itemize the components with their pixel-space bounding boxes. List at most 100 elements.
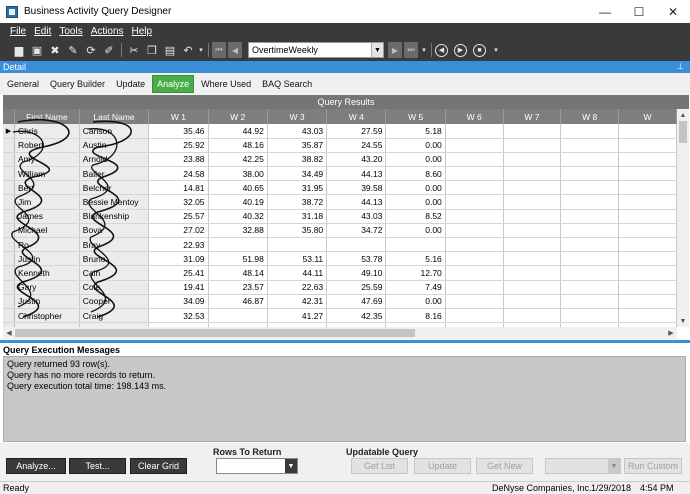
cell-week-value[interactable]: 42.35 <box>326 308 387 324</box>
cell-week-value[interactable]: 38.82 <box>267 152 328 168</box>
table-row[interactable]: Justin Bruno 31.09 51.98 53.11 53.78 5.16 <box>3 251 677 267</box>
cell-week-value[interactable] <box>445 223 504 239</box>
scroll-thumb[interactable] <box>15 329 415 337</box>
custom-action-combo[interactable]: ▼ <box>545 458 621 474</box>
table-row[interactable]: Michael Bova 27.02 32.88 35.80 34.72 0.00 <box>3 223 677 239</box>
copy-icon[interactable]: ❐ <box>143 41 161 59</box>
row-selector[interactable] <box>3 152 15 168</box>
cut-icon[interactable]: ✂ <box>125 41 143 59</box>
cell-week-value[interactable] <box>503 209 562 224</box>
cell-last-name[interactable]: Blankenship <box>79 209 150 224</box>
forward-icon[interactable]: ▶ <box>454 43 467 57</box>
cell-week-value[interactable] <box>503 124 562 139</box>
cell-week-value[interactable]: 40.19 <box>208 194 268 210</box>
delete-icon[interactable]: ✖ <box>46 41 64 59</box>
get-new-button[interactable]: Get New <box>476 458 533 474</box>
cell-week-value[interactable] <box>618 280 677 295</box>
cell-last-name[interactable]: Belcher <box>79 180 150 196</box>
cell-week-value[interactable]: 47.69 <box>326 294 387 309</box>
cell-week-value[interactable] <box>445 194 504 210</box>
table-row[interactable]: Bert Belcher 14.81 40.65 31.95 39.58 0.00 <box>3 180 677 196</box>
cell-week-value[interactable]: 39.58 <box>326 180 387 196</box>
cell-week-value[interactable] <box>445 124 504 139</box>
row-selector[interactable] <box>3 180 15 196</box>
cell-week-value[interactable]: 38.72 <box>267 194 328 210</box>
cell-week-value[interactable]: 42.31 <box>267 294 328 309</box>
cell-week-value[interactable] <box>503 280 562 295</box>
cell-first-name[interactable]: William <box>14 166 80 182</box>
clear-icon[interactable]: ✐ <box>100 41 118 59</box>
cell-first-name[interactable]: Christopher <box>14 308 80 324</box>
cell-week-value[interactable]: 0.00 <box>385 152 446 168</box>
results-grid[interactable]: First Name Last Name W 1 W 2 W 3 W 4 W 5… <box>3 109 677 327</box>
cell-week-value[interactable]: 31.18 <box>267 209 328 224</box>
tab-query-builder[interactable]: Query Builder <box>46 76 109 92</box>
cell-week-value[interactable]: 22.63 <box>267 280 328 295</box>
cell-first-name[interactable]: Chris <box>14 124 80 139</box>
dropdown-chevron-icon[interactable]: ▾ <box>420 41 428 59</box>
cell-week-value[interactable] <box>208 308 268 324</box>
cell-last-name[interactable]: Bray <box>79 237 150 253</box>
cell-week-value[interactable]: 0.00 <box>385 294 446 309</box>
cell-week-value[interactable] <box>503 223 562 239</box>
cell-last-name[interactable]: Baller <box>79 166 150 182</box>
cell-first-name[interactable]: Bert <box>14 180 80 196</box>
cell-week-value[interactable]: 31.09 <box>148 251 209 267</box>
cell-last-name[interactable]: Cooper <box>79 294 150 309</box>
horizontal-scrollbar[interactable]: ◀ ▶ <box>3 327 677 339</box>
prev-record-icon[interactable]: ◀ <box>228 42 242 58</box>
cell-week-value[interactable]: 44.11 <box>267 265 328 281</box>
row-selector[interactable] <box>3 166 15 182</box>
column-header[interactable]: W 1 <box>148 109 209 124</box>
cell-week-value[interactable] <box>445 166 504 182</box>
cell-first-name[interactable]: Justin <box>14 294 80 309</box>
row-selector[interactable] <box>3 265 15 281</box>
tab-update[interactable]: Update <box>112 76 149 92</box>
cell-first-name[interactable]: Ro <box>14 237 80 253</box>
cell-first-name[interactable]: Kenneth <box>14 265 80 281</box>
cell-week-value[interactable]: 24.58 <box>148 166 209 182</box>
cell-week-value[interactable]: 38.00 <box>208 166 268 182</box>
cell-week-value[interactable] <box>560 223 620 239</box>
cell-week-value[interactable] <box>618 138 677 153</box>
cell-week-value[interactable]: 0.00 <box>385 194 446 210</box>
clear-grid-button[interactable]: Clear Grid <box>130 458 187 474</box>
cell-week-value[interactable] <box>385 237 446 253</box>
row-selector[interactable] <box>3 138 15 153</box>
first-record-icon[interactable]: ⏮ <box>212 42 226 58</box>
cell-week-value[interactable] <box>618 194 677 210</box>
tab-analyze[interactable]: Analyze <box>152 75 195 93</box>
table-row[interactable]: William Baller 24.58 38.00 34.49 44.13 8.60 <box>3 166 677 182</box>
table-row[interactable]: Justin Cooper 34.09 46.87 42.31 47.69 0.00 <box>3 294 677 309</box>
cell-first-name[interactable]: Jim <box>14 194 80 210</box>
refresh-icon[interactable]: ⟳ <box>82 41 100 59</box>
cell-week-value[interactable] <box>445 308 504 324</box>
cell-week-value[interactable]: 22.93 <box>148 237 209 253</box>
cell-last-name[interactable]: Carlson <box>79 124 150 139</box>
test-button[interactable]: Test... <box>69 458 126 474</box>
cell-week-value[interactable] <box>445 265 504 281</box>
column-header[interactable]: W 7 <box>503 109 562 124</box>
cell-week-value[interactable] <box>560 265 620 281</box>
cell-week-value[interactable]: 43.03 <box>326 209 387 224</box>
table-row[interactable]: Kenneth Cain 25.41 48.14 44.11 49.10 12.70 <box>3 265 677 281</box>
last-record-icon[interactable]: ⏭ <box>404 42 418 58</box>
cell-week-value[interactable]: 35.80 <box>267 223 328 239</box>
scroll-up-icon[interactable]: ▲ <box>677 109 689 121</box>
cell-first-name[interactable]: Robert <box>14 138 80 153</box>
cell-week-value[interactable] <box>503 308 562 324</box>
menu-actions[interactable]: Actions <box>91 26 124 37</box>
next-record-icon[interactable]: ▶ <box>388 42 402 58</box>
column-header[interactable]: W 4 <box>326 109 387 124</box>
cell-week-value[interactable] <box>560 209 620 224</box>
row-selector[interactable]: ▶ <box>3 124 15 139</box>
vertical-scrollbar[interactable]: ▲ ▼ <box>677 109 689 327</box>
cell-first-name[interactable]: Gary <box>14 280 80 295</box>
cell-week-value[interactable]: 0.00 <box>385 138 446 153</box>
cell-week-value[interactable]: 0.00 <box>385 223 446 239</box>
close-button[interactable]: ✕ <box>656 0 690 23</box>
cell-week-value[interactable]: 53.78 <box>326 251 387 267</box>
cell-week-value[interactable] <box>618 265 677 281</box>
cell-week-value[interactable]: 25.57 <box>148 209 209 224</box>
dropdown-chevron-icon[interactable]: ▾ <box>492 41 500 59</box>
